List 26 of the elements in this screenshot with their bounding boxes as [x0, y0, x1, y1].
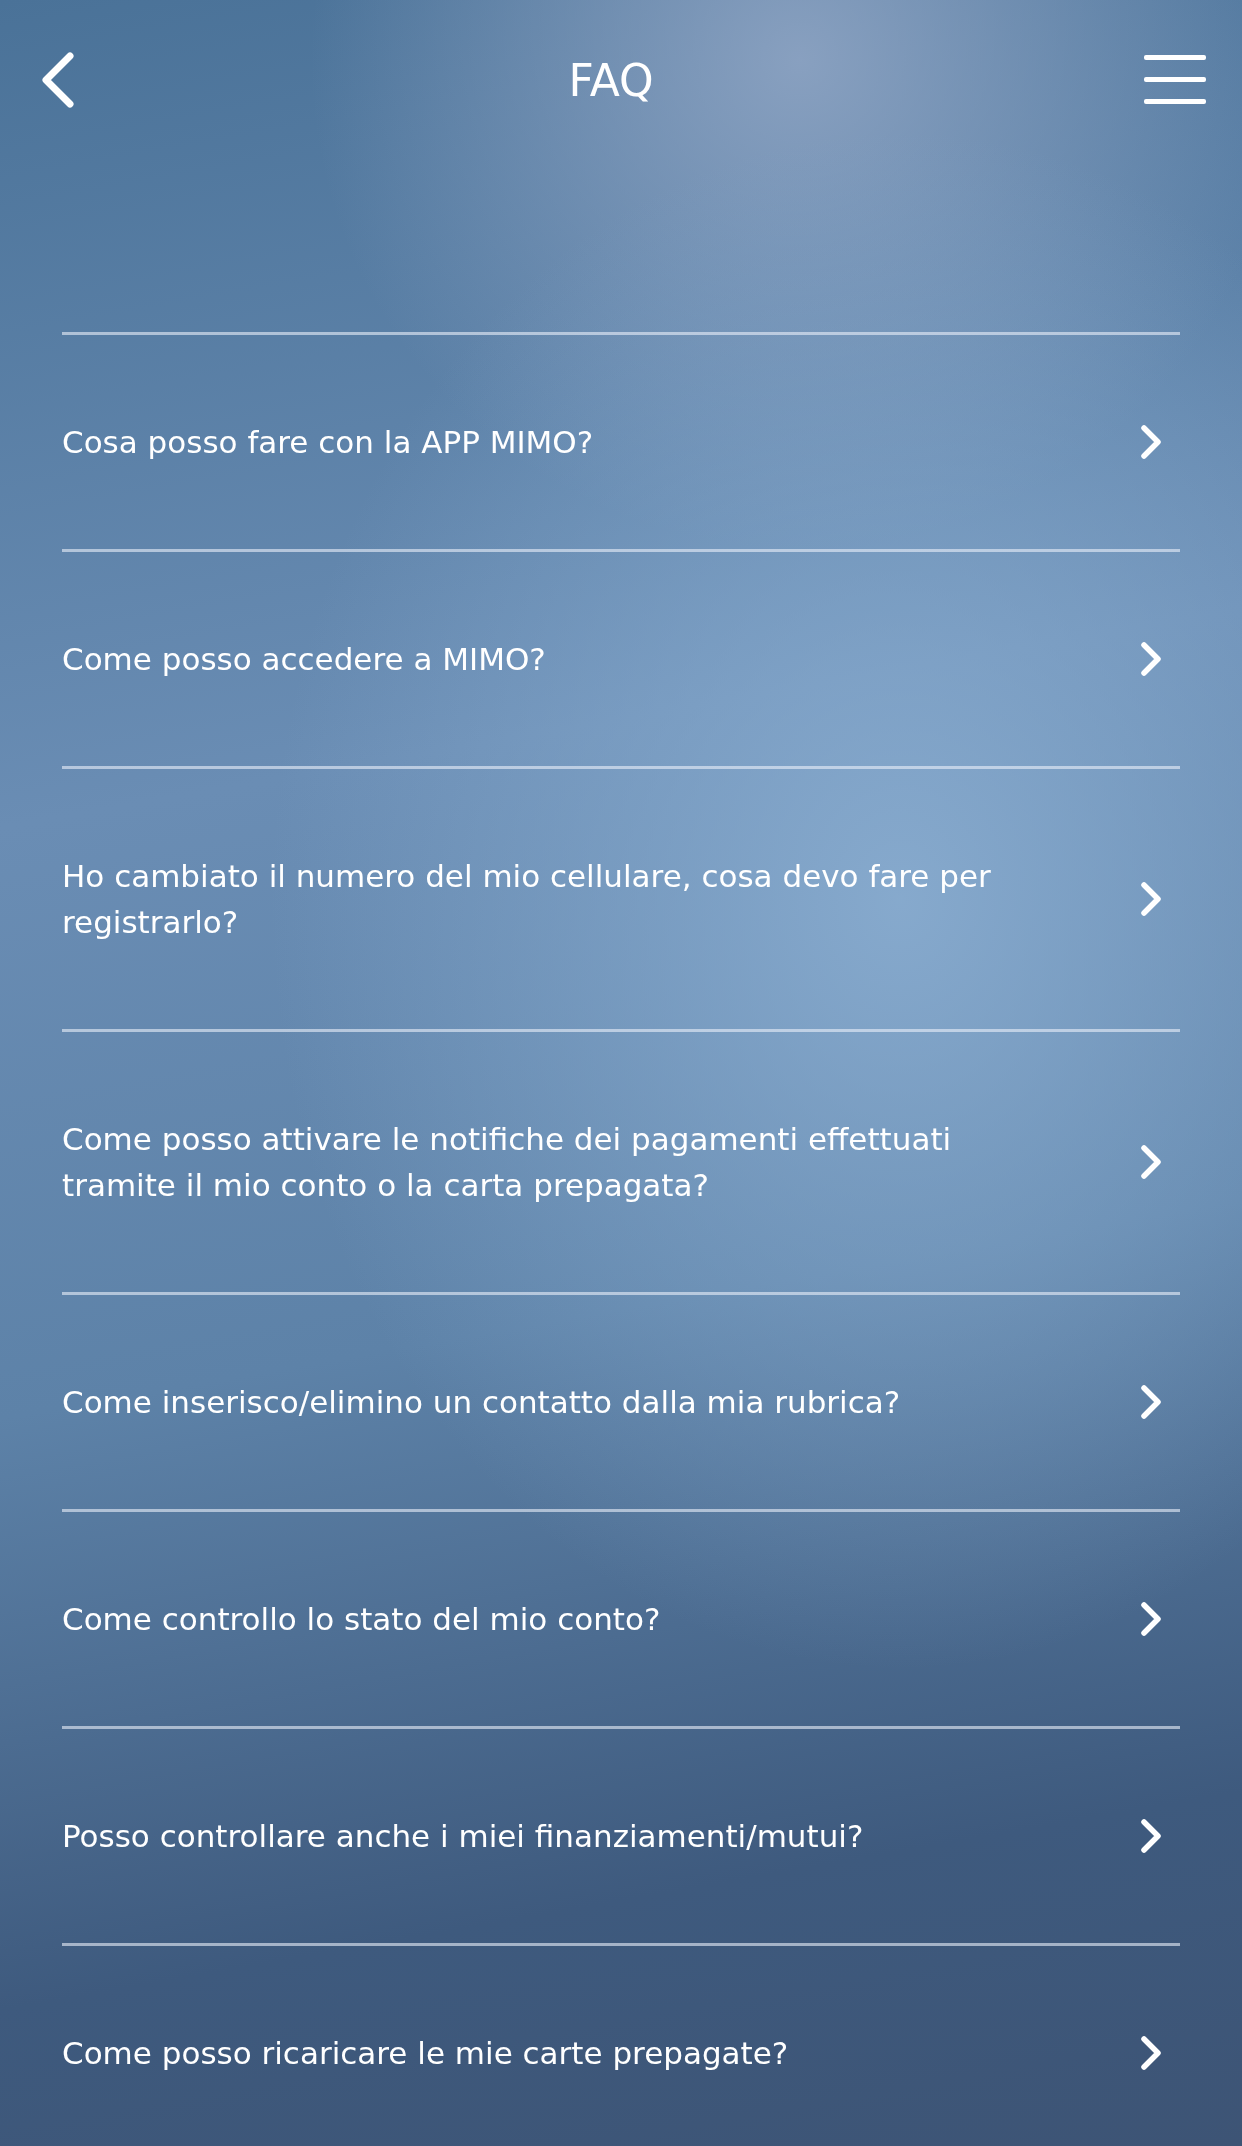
faq-item[interactable]: Come inserisco/elimino un contatto dalla mia rubrica? [62, 1295, 1180, 1512]
chevron-right-icon [1140, 1601, 1162, 1637]
faq-item[interactable]: Come controllo lo stato del mio conto? [62, 1512, 1180, 1729]
faq-item[interactable]: Come posso ricaricare le mie carte prepagate? [62, 1946, 1180, 2146]
chevron-right-icon [1140, 1144, 1162, 1180]
chevron-right-icon [1140, 641, 1162, 677]
chevron-right-icon [1140, 881, 1162, 917]
faq-question: Ho cambiato il numero del mio cellulare, cosa devo fare per registrarlo? [62, 857, 992, 942]
faq-item[interactable]: Cosa posso fare con la APP MIMO? [62, 335, 1180, 552]
faq-question: Come posso accedere a MIMO? [62, 640, 546, 679]
chevron-right-icon [1140, 1818, 1162, 1854]
chevron-right-icon [1140, 2035, 1162, 2071]
faq-item[interactable]: Posso controllare anche i miei finanziamenti/mutui? [62, 1729, 1180, 1946]
faq-question: Come controllo lo stato del mio conto? [62, 1600, 661, 1639]
menu-icon[interactable] [1144, 54, 1206, 106]
faq-question: Come inserisco/elimino un contatto dalla mia rubrica? [62, 1383, 901, 1422]
faq-item[interactable]: Come posso accedere a MIMO? [62, 552, 1180, 769]
chevron-right-icon [1140, 1384, 1162, 1420]
chevron-right-icon [1140, 424, 1162, 460]
screen-title: FAQ [568, 54, 654, 106]
faq-question: Come posso ricaricare le mie carte prepagate? [62, 2034, 789, 2073]
faq-question: Come posso attivare le notifiche dei pagamenti effettuati tramite il mio conto o la carta prepagata? [62, 1120, 953, 1205]
faq-question: Posso controllare anche i miei finanziamenti/mutui? [62, 1817, 864, 1856]
faq-item[interactable]: Come posso attivare le notifiche dei pagamenti effettuati tramite il mio conto o la carta prepagata? [62, 1032, 1180, 1295]
faq-item[interactable]: Ho cambiato il numero del mio cellulare, cosa devo fare per registrarlo? [62, 769, 1180, 1032]
faq-question: Cosa posso fare con la APP MIMO? [62, 423, 594, 462]
